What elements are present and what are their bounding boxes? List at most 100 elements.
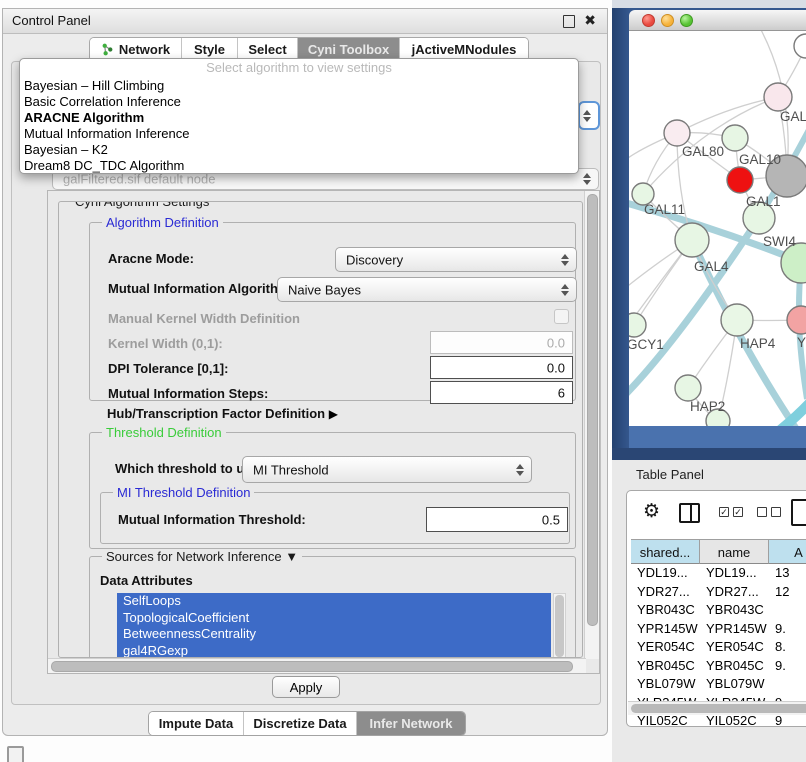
apply-button[interactable]: Apply	[272, 676, 340, 698]
attributes-list-scrollbar[interactable]	[553, 593, 566, 658]
table-cell[interactable]: YDL19...	[700, 564, 769, 583]
table-cell[interactable]: YER054C	[700, 638, 769, 657]
network-node[interactable]	[781, 243, 806, 283]
desktop-lower-band	[612, 448, 806, 460]
bottom-tab-discretize-data[interactable]: Discretize Data	[244, 712, 357, 735]
dropdown-item[interactable]: Bayesian – Hill Climbing	[24, 78, 574, 94]
page-icon[interactable]	[791, 499, 806, 526]
table-cell[interactable]: 9.	[769, 657, 806, 676]
network-node[interactable]	[794, 34, 806, 58]
dpi-tolerance-field[interactable]: 0.0	[430, 356, 573, 379]
close-window-icon[interactable]	[642, 14, 655, 27]
mi-steps-field[interactable]: 6	[430, 381, 573, 404]
aracne-mode-combobox[interactable]: Discovery	[335, 247, 577, 272]
network-graph[interactable]: GALGAL80GAL10GAL1GAL11SWI4GAL4GCY1HAP4YH…	[629, 31, 806, 426]
checkbox-unchecked-icon[interactable]	[757, 507, 767, 517]
node-label: HAP4	[740, 336, 776, 351]
dropdown-item[interactable]: Dream8 DC_TDC Algorithm	[24, 158, 574, 174]
table-cell[interactable]: 12	[769, 583, 806, 602]
network-node[interactable]	[722, 125, 748, 151]
network-canvas[interactable]: GALGAL80GAL10GAL1GAL11SWI4GAL4GCY1HAP4YH…	[629, 31, 806, 426]
settings-vertical-scrollbar[interactable]	[584, 191, 599, 659]
dropdown-placeholder: Select algorithm to view settings	[20, 60, 578, 75]
dropdown-item[interactable]: Mutual Information Inference	[24, 126, 574, 142]
manual-kernel-label: Manual Kernel Width Definition	[108, 311, 300, 326]
network-node[interactable]	[675, 375, 701, 401]
algorithm-combobox[interactable]	[578, 101, 600, 130]
hub-definition-label: Hub/Transcription Factor Definition	[107, 406, 325, 421]
table-cell[interactable]: YBR043C	[631, 601, 700, 620]
mi-threshold-group: MI Threshold Definition Mutual Informati…	[100, 492, 570, 544]
checkbox-unchecked-icon[interactable]	[771, 507, 781, 517]
checkbox-checked-icon[interactable]: ✓	[719, 507, 729, 517]
network-node[interactable]	[787, 306, 806, 334]
float-window-icon[interactable]	[563, 15, 575, 28]
bottom-left-panel-icon[interactable]	[7, 746, 24, 762]
manual-kernel-checkbox[interactable]	[554, 309, 569, 324]
table-cell[interactable]	[769, 601, 806, 620]
network-window-bottom-border	[629, 426, 806, 448]
table-cell[interactable]: 9.	[769, 620, 806, 639]
hub-definition-toggle[interactable]: Hub/Transcription Factor Definition ▶	[107, 406, 338, 421]
attribute-list-item[interactable]: gal4RGexp	[117, 643, 551, 659]
dropdown-item[interactable]: ARACNE Algorithm	[24, 110, 574, 126]
gear-icon[interactable]: ⚙	[643, 500, 660, 523]
node-label: GCY1	[629, 337, 664, 352]
mi-threshold-field[interactable]: 0.5	[426, 507, 568, 532]
combo-stepper-icon	[582, 110, 591, 122]
data-attributes-list[interactable]: SelfLoopsTopologicalCoefficientBetweenne…	[117, 593, 551, 658]
bottom-tabbar: Impute DataDiscretize DataInfer Network	[148, 711, 466, 736]
dropdown-item[interactable]: Bayesian – K2	[24, 142, 574, 158]
node-label: HAP2	[690, 399, 725, 414]
table-cell[interactable]: 8.	[769, 638, 806, 657]
columns-icon[interactable]	[679, 503, 700, 523]
table-cell[interactable]: YDR27...	[700, 583, 769, 602]
table-cell[interactable]: YBL079W	[631, 675, 700, 694]
table-cell[interactable]: YDR27...	[631, 583, 700, 602]
close-panel-icon[interactable]: ✖	[584, 12, 596, 29]
kernel-width-label: Kernel Width (0,1):	[108, 336, 223, 351]
network-node[interactable]	[721, 304, 753, 336]
vertical-scroll-thumb[interactable]	[587, 194, 598, 626]
node-label: GAL4	[694, 259, 729, 274]
table-cell[interactable]: YBR045C	[631, 657, 700, 676]
minimize-window-icon[interactable]	[661, 14, 674, 27]
table-cell[interactable]: YER054C	[631, 638, 700, 657]
checkbox-checked-icon[interactable]: ✓	[733, 507, 743, 517]
table-cell[interactable]: YBL079W	[700, 675, 769, 694]
table-horizontal-scrollbar[interactable]	[628, 701, 806, 715]
column-header[interactable]: A	[769, 539, 806, 564]
table-cell[interactable]: YDL19...	[631, 564, 700, 583]
network-node[interactable]	[664, 120, 690, 146]
network-node[interactable]	[727, 167, 753, 193]
network-window-titlebar[interactable]	[629, 10, 806, 31]
column-header[interactable]: name	[700, 539, 769, 564]
horizontal-scroll-thumb[interactable]	[51, 661, 573, 672]
attribute-list-item[interactable]: TopologicalCoefficient	[117, 610, 551, 627]
column-header[interactable]: shared...	[631, 539, 700, 564]
table-cell[interactable]: YPR145W	[700, 620, 769, 639]
bottom-tab-impute-data[interactable]: Impute Data	[149, 712, 244, 735]
kernel-width-field[interactable]: 0.0	[430, 331, 573, 354]
settings-horizontal-scrollbar[interactable]	[48, 658, 586, 673]
dropdown-item[interactable]: Basic Correlation Inference	[24, 94, 574, 110]
threshold-definition-group: Threshold Definition Which threshold to …	[89, 432, 576, 549]
table-cell[interactable]: 13	[769, 564, 806, 583]
app-root: Control Panel ✖ NetworkStyleSelectCyni T…	[0, 0, 806, 762]
node-label: GAL80	[682, 144, 724, 159]
attribute-list-item[interactable]: SelfLoops	[117, 593, 551, 610]
table-cell[interactable]: YBR043C	[700, 601, 769, 620]
table-cell[interactable]: YPR145W	[631, 620, 700, 639]
table-cell[interactable]	[769, 675, 806, 694]
table-cell[interactable]: YBR045C	[700, 657, 769, 676]
zoom-window-icon[interactable]	[680, 14, 693, 27]
bottom-tab-infer-network[interactable]: Infer Network	[357, 712, 465, 735]
network-node[interactable]	[629, 313, 646, 337]
attribute-list-item[interactable]: BetweennessCentrality	[117, 626, 551, 643]
network-node[interactable]	[764, 83, 792, 111]
sources-group-title[interactable]: Sources for Network Inference ▼	[102, 549, 302, 564]
which-threshold-combobox[interactable]: MI Threshold	[242, 456, 532, 483]
table-scroll-thumb[interactable]	[631, 704, 806, 713]
mi-type-combobox[interactable]: Naive Bayes	[277, 277, 577, 302]
network-node[interactable]	[675, 223, 709, 257]
